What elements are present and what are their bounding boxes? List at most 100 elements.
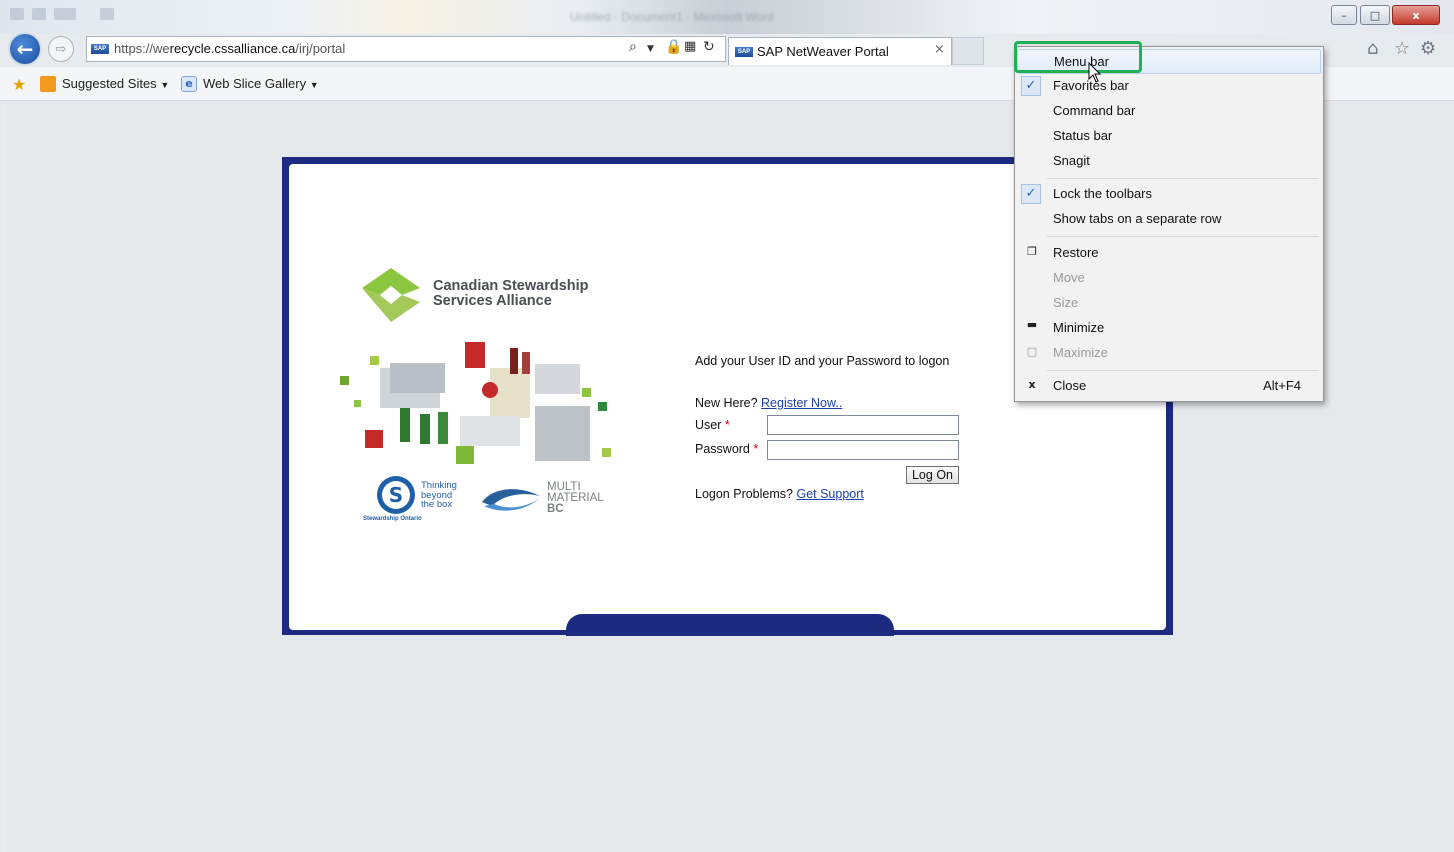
logon-problems-row: Logon Problems? Get Support bbox=[695, 487, 864, 501]
maximize-icon: □ bbox=[1026, 345, 1038, 358]
mmbc-line3: BC bbox=[547, 503, 564, 515]
menu-item-label: Lock the toolbars bbox=[1053, 186, 1153, 201]
compatibility-view-icon[interactable]: ▦ bbox=[684, 39, 696, 54]
user-label: User bbox=[695, 418, 722, 432]
arrow-right-icon: ⇨ bbox=[55, 41, 67, 57]
window-minimize-button[interactable]: – bbox=[1331, 5, 1357, 25]
forward-button[interactable]: ⇨ bbox=[48, 36, 74, 62]
new-here-label: New Here? bbox=[695, 396, 758, 410]
new-here-row: New Here? Register Now.. bbox=[695, 396, 842, 410]
add-favorites-star-icon[interactable]: ★ bbox=[12, 75, 26, 94]
checkmark-icon: ✓ bbox=[1021, 184, 1041, 204]
tab-favicon: SAP bbox=[735, 47, 753, 57]
log-on-button[interactable]: Log On bbox=[906, 466, 959, 484]
logon-problems-label: Logon Problems? bbox=[695, 487, 793, 501]
suggested-sites-icon bbox=[40, 76, 56, 92]
svg-text:S: S bbox=[389, 483, 403, 507]
tab-close-icon[interactable]: × bbox=[934, 42, 945, 57]
menu-item-status-bar[interactable]: Status bar bbox=[1015, 124, 1323, 149]
tab-sap-netweaver-portal[interactable]: SAP SAP NetWeaver Portal × bbox=[728, 37, 952, 65]
refresh-icon[interactable]: ↻ bbox=[703, 39, 715, 55]
brand-name: Canadian Stewardship Services Alliance bbox=[433, 279, 589, 309]
close-icon: x bbox=[1028, 378, 1036, 391]
quick-access-customize-icon[interactable] bbox=[100, 8, 114, 20]
favorites-star-icon[interactable]: ☆ bbox=[1394, 38, 1410, 59]
menu-item-label: Command bar bbox=[1053, 103, 1136, 118]
menu-item-size: Size bbox=[1015, 291, 1323, 316]
stewardship-ontario-label: Stewardship Ontario bbox=[363, 516, 422, 522]
window-maximize-button[interactable]: □ bbox=[1360, 5, 1390, 25]
url-scheme: https://we bbox=[114, 41, 170, 56]
suggested-sites-label: Suggested Sites bbox=[62, 76, 157, 91]
window-title-bar: Untitled - Document1 - Microsoft Word – … bbox=[0, 0, 1454, 34]
address-url[interactable]: https://werecycle.cssalliance.ca/irj/por… bbox=[114, 41, 345, 56]
menu-item-snagit[interactable]: Snagit bbox=[1015, 149, 1323, 174]
menu-item-close[interactable]: x Close Alt+F4 bbox=[1015, 374, 1323, 399]
logon-instructions: Add your User ID and your Password to lo… bbox=[695, 354, 950, 368]
menu-item-favorites-bar[interactable]: ✓ Favorites bar bbox=[1015, 74, 1323, 99]
site-favicon: SAP bbox=[91, 44, 109, 54]
menu-item-label: Move bbox=[1053, 270, 1085, 285]
menu-item-minimize[interactable]: ▬ Minimize bbox=[1015, 316, 1323, 341]
menu-item-command-bar[interactable]: Command bar bbox=[1015, 99, 1323, 124]
back-button[interactable]: ← bbox=[8, 32, 42, 66]
mmbc-logo-icon bbox=[482, 489, 540, 511]
arrow-left-icon: ← bbox=[16, 37, 34, 61]
password-field[interactable] bbox=[767, 440, 959, 460]
restore-icon: ❐ bbox=[1027, 245, 1037, 258]
tagline-line3: the box bbox=[421, 499, 453, 510]
tab-title: SAP NetWeaver Portal bbox=[757, 44, 889, 59]
menu-separator bbox=[1047, 370, 1319, 371]
search-icon[interactable]: ⌕ bbox=[629, 39, 637, 55]
menu-separator bbox=[1047, 178, 1319, 179]
user-label-row: User * bbox=[695, 418, 730, 432]
menu-item-label: Status bar bbox=[1053, 128, 1113, 143]
user-field[interactable] bbox=[767, 415, 959, 435]
required-marker: * bbox=[753, 442, 759, 456]
register-now-link[interactable]: Register Now.. bbox=[761, 396, 842, 410]
tools-gear-icon[interactable]: ⚙ bbox=[1420, 38, 1436, 59]
window-title: Untitled - Document1 - Microsoft Word bbox=[570, 10, 774, 24]
stewardship-ontario-logo-icon: S bbox=[377, 476, 415, 514]
menu-item-shortcut: Alt+F4 bbox=[1263, 378, 1301, 393]
portal-bottom-tab bbox=[566, 614, 894, 636]
menu-item-restore[interactable]: ❐ Restore bbox=[1015, 241, 1323, 266]
stewardship-ontario-tagline: Thinking beyond the box bbox=[421, 481, 457, 510]
password-label: Password bbox=[695, 442, 750, 456]
menu-item-label: Restore bbox=[1053, 245, 1099, 260]
new-tab-button[interactable] bbox=[952, 37, 984, 65]
csa-logo-icon bbox=[362, 268, 420, 322]
password-label-row: Password * bbox=[695, 442, 758, 456]
brand-name-line2: Services Alliance bbox=[433, 293, 552, 309]
brand-name-line1: Canadian Stewardship bbox=[433, 278, 589, 294]
mouse-cursor-icon bbox=[1088, 62, 1102, 83]
required-marker: * bbox=[724, 418, 730, 432]
quick-access-redo-icon[interactable] bbox=[54, 8, 76, 20]
search-dropdown-icon[interactable]: ▼ bbox=[647, 44, 654, 54]
menu-item-move: Move bbox=[1015, 266, 1323, 291]
web-slice-icon: e bbox=[181, 76, 197, 92]
menu-item-lock-toolbars[interactable]: ✓ Lock the toolbars bbox=[1015, 182, 1323, 207]
lock-icon[interactable]: 🔒 bbox=[665, 39, 682, 55]
menu-separator bbox=[1047, 236, 1319, 237]
get-support-link[interactable]: Get Support bbox=[796, 487, 863, 501]
checkmark-icon: ✓ bbox=[1021, 76, 1041, 96]
chevron-down-icon: ▼ bbox=[160, 80, 170, 90]
home-icon[interactable]: ⌂ bbox=[1367, 38, 1378, 59]
menu-item-label: Size bbox=[1053, 295, 1079, 310]
menu-item-label: Minimize bbox=[1053, 320, 1105, 335]
recycling-collage-image bbox=[340, 342, 611, 464]
quick-access-undo-icon[interactable] bbox=[32, 8, 46, 20]
web-slice-gallery-link[interactable]: Web Slice Gallery ▼ bbox=[203, 76, 319, 91]
menu-item-label: Snagit bbox=[1053, 153, 1090, 168]
menu-item-show-tabs-separate-row[interactable]: Show tabs on a separate row bbox=[1015, 207, 1323, 232]
toolbar-context-menu: Menu bar ✓ Favorites bar Command bar Sta… bbox=[1014, 46, 1324, 402]
window-close-button[interactable]: x bbox=[1392, 5, 1440, 25]
menu-item-label: Close bbox=[1053, 378, 1087, 393]
web-slice-gallery-label: Web Slice Gallery bbox=[203, 76, 307, 91]
menu-item-label: Maximize bbox=[1053, 345, 1108, 360]
quick-access-save-icon[interactable] bbox=[10, 8, 24, 20]
address-bar[interactable]: SAP https://werecycle.cssalliance.ca/irj… bbox=[86, 36, 726, 62]
suggested-sites-link[interactable]: Suggested Sites ▼ bbox=[62, 76, 169, 91]
menu-item-label: Show tabs on a separate row bbox=[1053, 211, 1222, 226]
